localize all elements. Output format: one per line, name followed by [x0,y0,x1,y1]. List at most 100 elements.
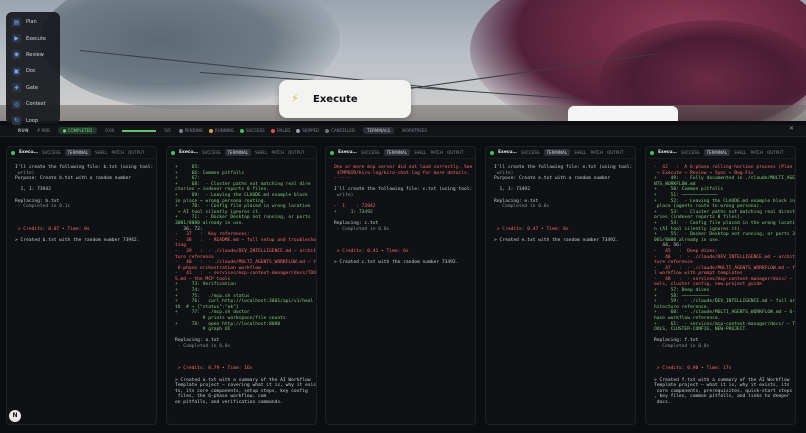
legend-swatch [325,128,330,133]
tab-shell[interactable]: SHELL [255,150,268,155]
terminal-output[interactable]: - 42 : A 6-phase rolling-horizon process… [646,159,795,406]
tab-shell[interactable]: SHELL [734,150,747,155]
gate-icon: ◈ [12,83,21,93]
legend-label: SUCCESS [245,128,265,133]
legend-item-cancelled[interactable]: CANCELLED [325,128,355,133]
terminal-panel[interactable]: Execu… SUCCESS TERMINAL SHELL PATCH OUTPUT - 4… [645,146,796,425]
legend-swatch [209,128,213,133]
terminal-line: $TMPDIR/kiro-log/kiro-chat.log for more … [334,170,470,176]
tab-terminal[interactable]: TERMINAL [543,149,570,156]
panel-title: Execu… [338,150,357,155]
legend-label: PENDING [184,128,203,133]
tab-output[interactable]: OUTPUT [767,150,783,155]
run-bar: RUN # 9DB ● COMPLETED 0:00 5/5 PENDING RU… [0,125,806,137]
terminal-line: - 39 : - ./claude/DEV_INTELLIGENCE.md — … [175,248,317,254]
tab-success: SUCCESS [201,150,221,155]
terminal-line: + 69: - Leaving the CLAUDE.md example bl… [175,192,308,198]
terminal-line: + 70: - Config file placed in wrong loca… [175,204,311,210]
tab-shell[interactable]: SHELL [574,150,587,155]
legend-item-pending[interactable]: PENDING [178,128,203,133]
sidebar-item-context[interactable]: ◎ Context [6,96,60,112]
terminal-panel[interactable]: Execu… SUCCESS TERMINAL SHELL PATCH OUTPUT I'l… [6,146,157,425]
sidebar-item-execute[interactable]: ▶ Execute [6,30,60,46]
tab-output[interactable]: OUTPUT [128,150,144,155]
sidebar-item-doc[interactable]: ▣ Doc [6,63,60,79]
tab-patch[interactable]: PATCH [271,150,284,155]
terminal-line: - 42 : A 6-phase rolling-horizon process… [654,165,793,170]
legend-item-failed[interactable]: FAILED [270,128,290,133]
tab-patch[interactable]: PATCH [750,150,763,155]
execute-card-label: Execute [313,93,358,105]
tab-terminal[interactable]: TERMINAL [224,149,251,156]
execute-card[interactable]: ⚡ Execute [279,80,411,118]
tab-output[interactable]: OUTPUT [288,150,304,155]
context-icon: ◎ [12,99,21,109]
tab-shell[interactable]: SHELL [95,150,108,155]
legend-swatch [178,128,183,133]
execute-bolt-icon: ⚡ [291,92,299,105]
panel-header: Execu… SUCCESS TERMINAL SHELL PATCH OUTPUT [326,147,475,159]
terminal-line: > Created b.txt with the random number 7… [15,237,140,243]
sidebar-item-gate[interactable]: ◈ Gate [6,80,60,96]
doc-icon: ▣ [12,66,21,76]
tab-terminal[interactable]: TERMINAL [703,149,730,156]
tab-success: SUCCESS [520,150,540,155]
run-count: 5/5 [164,128,171,133]
sidebar-item-review[interactable]: ◉ Review [6,47,60,63]
tab-output[interactable]: OUTPUT [447,150,463,155]
tab-worktrees[interactable]: WORKTREES [402,128,427,133]
tab-shell[interactable]: SHELL [414,150,427,155]
secondary-card[interactable] [568,106,678,121]
legend-item-success[interactable]: SUCCESS [239,128,265,133]
app-root: ⚡ Execute ▤ Plan ▶ Execute ◉ Review ▣ Doc ◈ Gate ◎… [0,0,806,433]
loop-icon: ↻ [12,116,21,126]
plan-icon: ▤ [12,17,21,27]
terminal-output[interactable]: + 65: + 66: Common pitfalls + 67: + 68: - C… [167,159,316,406]
tab-output[interactable]: OUTPUT [607,150,623,155]
terminal-panel[interactable]: Execu… SUCCESS TERMINAL SHELL PATCH OUTPUT One… [325,146,476,425]
tab-terminal[interactable]: TERMINAL [383,149,410,156]
app-logo: N [9,410,21,422]
tab-patch[interactable]: PATCH [430,150,443,155]
legend-label: RUNNING [215,128,234,133]
terminal-line: docs. [654,399,671,405]
tab-patch[interactable]: PATCH [111,150,124,155]
panel-title: Execu… [179,150,198,155]
success-dot-icon [490,150,494,155]
terminal-line: + 49: - Fully documented in ./claude/MUL… [654,176,796,182]
tab-success: SUCCESS [360,150,380,155]
legend-swatch [239,128,244,133]
terminal-line: - 38 : - README.md — full setup and trou… [175,237,317,243]
legend-item-running[interactable]: RUNNING [209,128,234,133]
tab-terminals[interactable]: TERMINALS [363,127,394,134]
phase-sidebar: ▤ Plan ▶ Execute ◉ Review ▣ Doc ◈ Gate ◎ Context ↻ Lo… [6,12,60,126]
tab-patch[interactable]: PATCH [590,150,603,155]
terminal-output[interactable]: One or more mcp server did not load corr… [326,159,475,266]
terminal-panel[interactable]: Execu… SUCCESS TERMINAL SHELL PATCH OUTPUT I'l… [485,146,636,425]
tab-terminal[interactable]: TERMINAL [64,149,91,156]
tab-success: SUCCESS [680,150,700,155]
terminal-output[interactable]: I'll create the following file: e.txt (u… [486,159,635,243]
panel-title: Execu… [19,150,38,155]
legend-item-skipped[interactable]: SKIPPED [296,128,319,133]
terminal-panel[interactable]: Execu… SUCCESS TERMINAL SHELL PATCH OUTPUT + 6… [166,146,317,425]
panel-header: Execu… SUCCESS TERMINAL SHELL PATCH OUTPUT [167,147,316,159]
terminal-line: > Created c.txt with the random number 7… [334,260,459,266]
terminal-output[interactable]: I'll create the following file: b.txt (u… [7,159,156,243]
panel-title: Execu… [658,150,677,155]
panel-header: Execu… SUCCESS TERMINAL SHELL PATCH OUTPUT [486,147,635,159]
success-dot-icon [171,150,175,155]
success-dot-icon [11,150,15,155]
sidebar-item-label: Context [26,101,46,108]
success-dot-icon [650,150,654,155]
terminal-line: on pitfalls, and verification commands. [175,399,283,405]
success-dot-icon [330,150,334,155]
execute-icon: ▶ [12,34,21,44]
sidebar-item-plan[interactable]: ▤ Plan [6,14,60,30]
legend-label: CANCELLED [331,128,356,133]
terminal-line: > Created e.txt with the random number 7… [494,237,619,243]
hero-banner: ⚡ Execute [0,0,806,121]
sidebar-item-label: Doc [26,68,36,75]
terminal-line: Purpose: Create b.txt with a random numb… [15,176,132,182]
close-icon[interactable]: ✕ [789,125,794,132]
